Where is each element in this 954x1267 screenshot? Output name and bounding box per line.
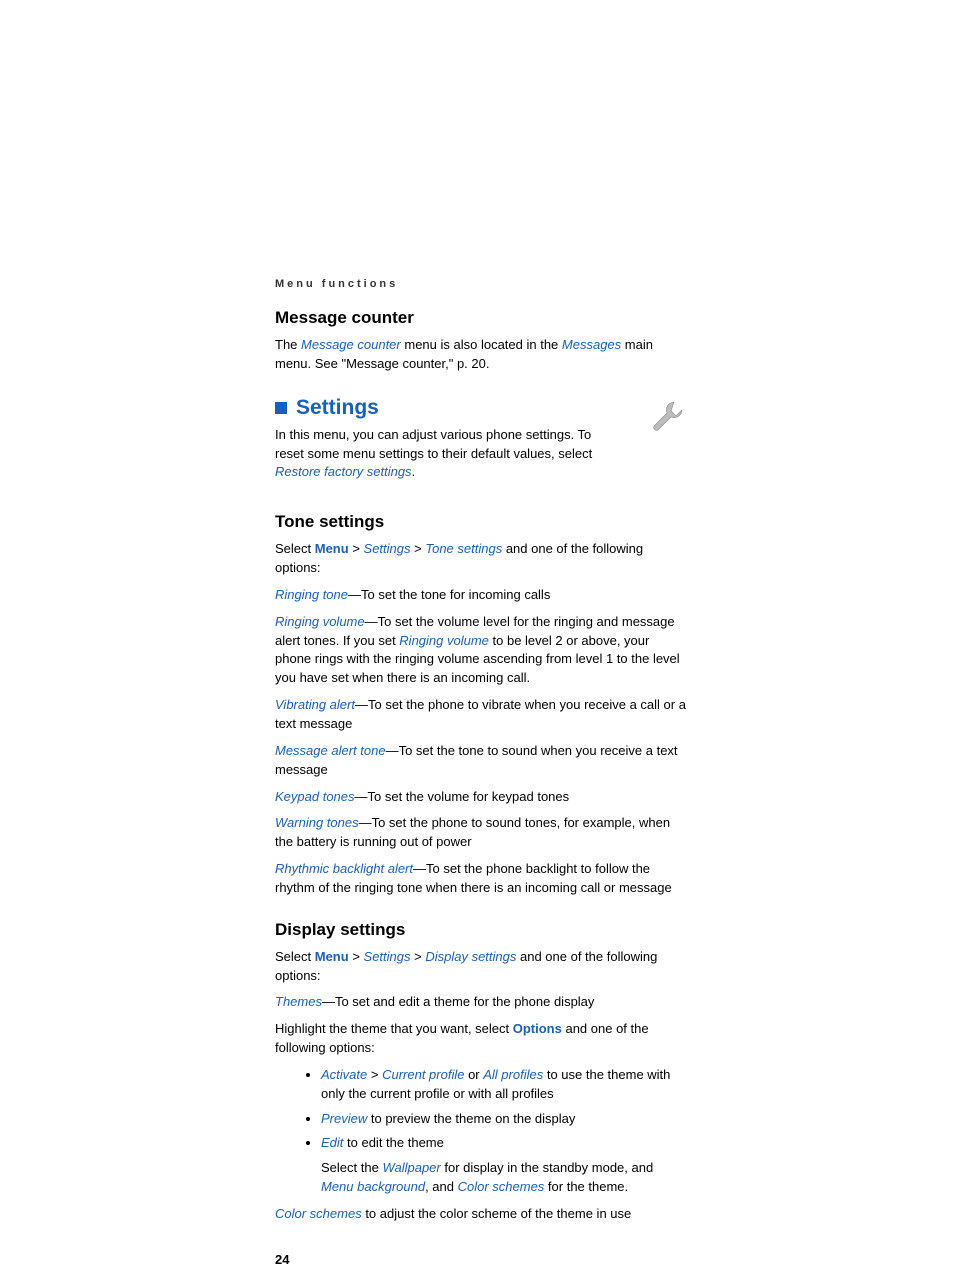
heading-message-counter: Message counter [275, 308, 686, 328]
link-rhythmic-backlight[interactable]: Rhythmic backlight alert [275, 861, 413, 876]
nav-display-settings: Select Menu > Settings > Display setting… [275, 948, 686, 986]
link-settings[interactable]: Settings [364, 949, 411, 964]
heading-settings-text: Settings [296, 396, 379, 420]
link-keypad-tones[interactable]: Keypad tones [275, 789, 355, 804]
separator: > [367, 1067, 382, 1082]
separator: > [411, 541, 426, 556]
text: . [412, 464, 416, 479]
link-preview[interactable]: Preview [321, 1111, 367, 1126]
link-messages[interactable]: Messages [562, 337, 621, 352]
separator: > [349, 541, 364, 556]
link-warning-tones[interactable]: Warning tones [275, 815, 359, 830]
text: Highlight the theme that you want, selec… [275, 1021, 513, 1036]
link-options[interactable]: Options [513, 1021, 562, 1036]
link-restore-factory[interactable]: Restore factory settings [275, 464, 412, 479]
page-number: 24 [275, 1252, 686, 1267]
option-warning-tones: Warning tones—To set the phone to sound … [275, 814, 686, 852]
option-keypad-tones: Keypad tones—To set the volume for keypa… [275, 788, 686, 807]
list-item-activate: Activate > Current profile or All profil… [321, 1066, 686, 1104]
heading-settings: Settings [275, 396, 686, 420]
paragraph-settings-intro: In this menu, you can adjust various pho… [275, 426, 615, 483]
list-item-preview: Preview to preview the theme on the disp… [321, 1110, 686, 1129]
link-all-profiles[interactable]: All profiles [483, 1067, 543, 1082]
text: , and [425, 1179, 458, 1194]
edit-sub-paragraph: Select the Wallpaper for display in the … [321, 1159, 686, 1197]
nav-tone-settings: Select Menu > Settings > Tone settings a… [275, 540, 686, 578]
option-ringing-volume: Ringing volume—To set the volume level f… [275, 613, 686, 688]
option-color-schemes: Color schemes to adjust the color scheme… [275, 1205, 686, 1224]
link-display-settings[interactable]: Display settings [425, 949, 516, 964]
link-vibrating-alert[interactable]: Vibrating alert [275, 697, 355, 712]
square-bullet-icon [275, 402, 287, 414]
link-current-profile[interactable]: Current profile [382, 1067, 464, 1082]
link-tone-settings[interactable]: Tone settings [425, 541, 502, 556]
link-ringing-volume-2[interactable]: Ringing volume [399, 633, 489, 648]
separator: > [411, 949, 426, 964]
text: The [275, 337, 301, 352]
text: or [464, 1067, 483, 1082]
option-vibrating-alert: Vibrating alert—To set the phone to vibr… [275, 696, 686, 734]
link-activate[interactable]: Activate [321, 1067, 367, 1082]
text: Select [275, 541, 315, 556]
text: menu is also located in the [401, 337, 562, 352]
link-color-schemes[interactable]: Color schemes [458, 1179, 545, 1194]
text: to edit the theme [343, 1135, 443, 1150]
heading-tone-settings: Tone settings [275, 512, 686, 532]
text: to preview the theme on the display [367, 1111, 575, 1126]
text: Select the [321, 1160, 382, 1175]
link-ringing-tone[interactable]: Ringing tone [275, 587, 348, 602]
text: Select [275, 949, 315, 964]
text: to adjust the color scheme of the theme … [362, 1206, 632, 1221]
link-ringing-volume[interactable]: Ringing volume [275, 614, 365, 629]
options-list: Activate > Current profile or All profil… [275, 1066, 686, 1197]
list-item-edit: Edit to edit the theme Select the Wallpa… [321, 1134, 686, 1197]
option-themes: Themes—To set and edit a theme for the p… [275, 993, 686, 1012]
link-settings[interactable]: Settings [364, 541, 411, 556]
heading-display-settings: Display settings [275, 920, 686, 940]
link-menu[interactable]: Menu [315, 541, 349, 556]
link-menu-background[interactable]: Menu background [321, 1179, 425, 1194]
link-themes[interactable]: Themes [275, 994, 322, 1009]
text: —To set the volume for keypad tones [355, 789, 570, 804]
separator: > [349, 949, 364, 964]
link-edit[interactable]: Edit [321, 1135, 343, 1150]
option-rhythmic-backlight: Rhythmic backlight alert—To set the phon… [275, 860, 686, 898]
wrench-icon [646, 396, 686, 441]
section-header: Menu functions [275, 278, 686, 290]
text: for the theme. [544, 1179, 628, 1194]
link-menu[interactable]: Menu [315, 949, 349, 964]
link-message-alert-tone[interactable]: Message alert tone [275, 743, 386, 758]
link-color-schemes-2[interactable]: Color schemes [275, 1206, 362, 1221]
text: —To set and edit a theme for the phone d… [322, 994, 594, 1009]
option-message-alert-tone: Message alert tone—To set the tone to so… [275, 742, 686, 780]
text: In this menu, you can adjust various pho… [275, 427, 592, 461]
link-message-counter[interactable]: Message counter [301, 337, 401, 352]
paragraph-message-counter: The Message counter menu is also located… [275, 336, 686, 374]
text: —To set the tone for incoming calls [348, 587, 550, 602]
text: for display in the standby mode, and [441, 1160, 653, 1175]
paragraph-highlight: Highlight the theme that you want, selec… [275, 1020, 686, 1058]
option-ringing-tone: Ringing tone—To set the tone for incomin… [275, 586, 686, 605]
link-wallpaper[interactable]: Wallpaper [382, 1160, 440, 1175]
